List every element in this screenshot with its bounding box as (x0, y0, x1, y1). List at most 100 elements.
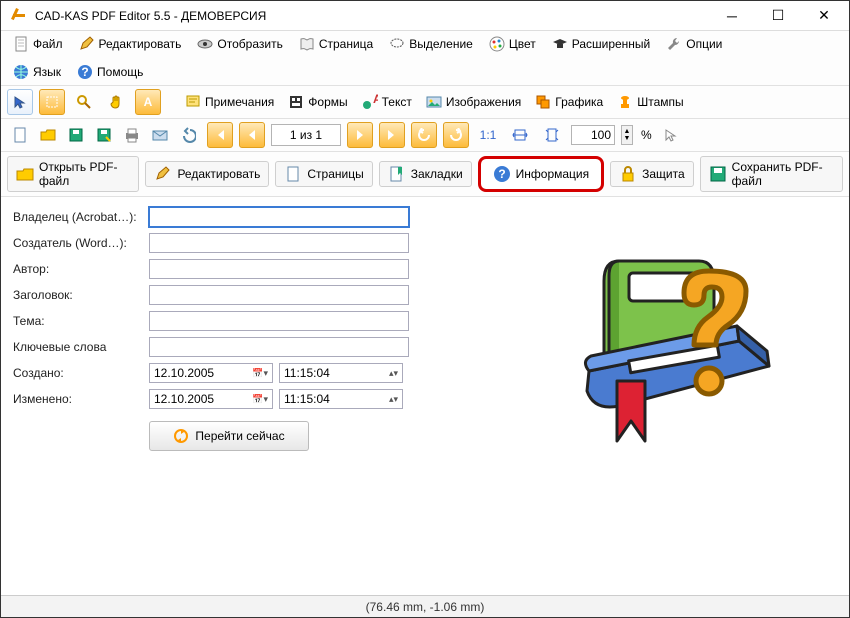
globe-icon (13, 64, 29, 80)
cursor-tool[interactable] (7, 89, 33, 115)
gradcap-icon (552, 36, 568, 52)
zoom-tool[interactable] (71, 89, 97, 115)
menu-help[interactable]: ?Помощь (71, 62, 149, 82)
note-icon (185, 94, 201, 110)
minimize-button[interactable]: ─ (709, 1, 755, 31)
modified-date-field[interactable]: 12.10.2005📅▾ (149, 389, 273, 409)
maximize-button[interactable]: ☐ (755, 1, 801, 31)
pencil-icon (154, 165, 172, 183)
fit-11-button[interactable]: 1:1 (475, 122, 501, 148)
fit-width-button[interactable] (507, 122, 533, 148)
calendar-icon: 📅▾ (252, 394, 268, 405)
images-button[interactable]: Изображения (422, 92, 525, 112)
tabbar: Открыть PDF-файл Редактировать Страницы … (1, 152, 849, 197)
creator-label: Создатель (Word…): (13, 236, 143, 250)
zoom-spinner[interactable]: ▲▼ (621, 125, 633, 145)
lasso-icon (389, 36, 405, 52)
author-label: Автор: (13, 262, 143, 276)
lock-icon (619, 165, 637, 183)
keywords-label: Ключевые слова (13, 340, 143, 354)
rotate-cw-button[interactable] (443, 122, 469, 148)
created-date-field[interactable]: 12.10.2005📅▾ (149, 363, 273, 383)
save-icon (709, 165, 727, 183)
tab-security[interactable]: Защита (610, 161, 694, 187)
titlebar: CAD-KAS PDF Editor 5.5 - ДЕМОВЕРСИЯ ─ ☐ … (1, 1, 849, 31)
statusbar: (76.46 mm, -1.06 mm) (1, 595, 849, 617)
annotations-button[interactable]: Примечания (181, 92, 278, 112)
text-icon: A (362, 94, 378, 110)
stamp-icon (617, 94, 633, 110)
owner-field[interactable] (149, 207, 409, 227)
graphics-button[interactable]: Графика (531, 92, 607, 112)
tab-edit[interactable]: Редактировать (145, 161, 269, 187)
info-icon: ? (493, 165, 511, 183)
text-select-tool[interactable]: A (135, 89, 161, 115)
creator-field[interactable] (149, 233, 409, 253)
wrench-icon (666, 36, 682, 52)
close-button[interactable]: ✕ (801, 1, 847, 31)
svg-text:A: A (373, 94, 378, 106)
help-icon: ? (77, 64, 93, 80)
last-page-button[interactable] (379, 122, 405, 148)
pencil-icon (79, 36, 95, 52)
select-tool[interactable] (39, 89, 65, 115)
menu-selection[interactable]: Выделение (383, 34, 479, 54)
info-illustration (559, 231, 799, 471)
email-button[interactable] (147, 122, 173, 148)
toolbar-nav: 1:1 ▲▼ % (1, 119, 849, 152)
menu-page[interactable]: Страница (293, 34, 379, 54)
pointer-button[interactable] (658, 122, 684, 148)
next-page-button[interactable] (347, 122, 373, 148)
created-time-field[interactable]: 11:15:04▴▾ (279, 363, 403, 383)
author-field[interactable] (149, 259, 409, 279)
tab-bookmarks[interactable]: Закладки (379, 161, 472, 187)
first-page-button[interactable] (207, 122, 233, 148)
title-field[interactable] (149, 285, 409, 305)
text-button[interactable]: AТекст (358, 92, 416, 112)
modified-time-field[interactable]: 11:15:04▴▾ (279, 389, 403, 409)
tab-pages[interactable]: Страницы (275, 161, 372, 187)
menu-edit[interactable]: Редактировать (73, 34, 188, 54)
file-icon (13, 36, 29, 52)
print-button[interactable] (119, 122, 145, 148)
menu-options[interactable]: Опции (660, 34, 728, 54)
stamps-button[interactable]: Штампы (613, 92, 687, 112)
undo-button[interactable] (175, 122, 201, 148)
fit-page-button[interactable] (539, 122, 565, 148)
tab-save[interactable]: Сохранить PDF-файл (700, 156, 843, 192)
page-indicator[interactable] (271, 124, 341, 146)
image-icon (426, 94, 442, 110)
book-icon (299, 36, 315, 52)
go-now-button[interactable]: Перейти сейчас (149, 421, 309, 451)
keywords-field[interactable] (149, 337, 409, 357)
forms-button[interactable]: Формы (284, 92, 351, 112)
forms-icon (288, 94, 304, 110)
menu-color[interactable]: Цвет (483, 34, 542, 54)
calendar-icon: 📅▾ (252, 368, 268, 379)
save-as-button[interactable] (91, 122, 117, 148)
rotate-ccw-button[interactable] (411, 122, 437, 148)
menubar: Файл Редактировать Отобразить Страница В… (1, 31, 849, 86)
save-button[interactable] (63, 122, 89, 148)
tab-info[interactable]: ?Информация (478, 156, 604, 192)
spinner-icon: ▴▾ (389, 368, 398, 379)
coords-readout: (76.46 mm, -1.06 mm) (366, 600, 485, 614)
zoom-input[interactable] (571, 125, 615, 145)
subject-field[interactable] (149, 311, 409, 331)
tab-open[interactable]: Открыть PDF-файл (7, 156, 139, 192)
subject-label: Тема: (13, 314, 143, 328)
open-button[interactable] (35, 122, 61, 148)
created-label: Создано: (13, 366, 143, 380)
page-icon (284, 165, 302, 183)
menu-advanced[interactable]: Расширенный (546, 34, 657, 54)
menu-view[interactable]: Отобразить (191, 34, 288, 54)
zoom-percent: % (641, 128, 652, 142)
menu-file[interactable]: Файл (7, 34, 69, 54)
title-label: Заголовок: (13, 288, 143, 302)
modified-label: Изменено: (13, 392, 143, 406)
eye-icon (197, 36, 213, 52)
prev-page-button[interactable] (239, 122, 265, 148)
new-button[interactable] (7, 122, 33, 148)
menu-language[interactable]: Язык (7, 62, 67, 82)
hand-tool[interactable] (103, 89, 129, 115)
